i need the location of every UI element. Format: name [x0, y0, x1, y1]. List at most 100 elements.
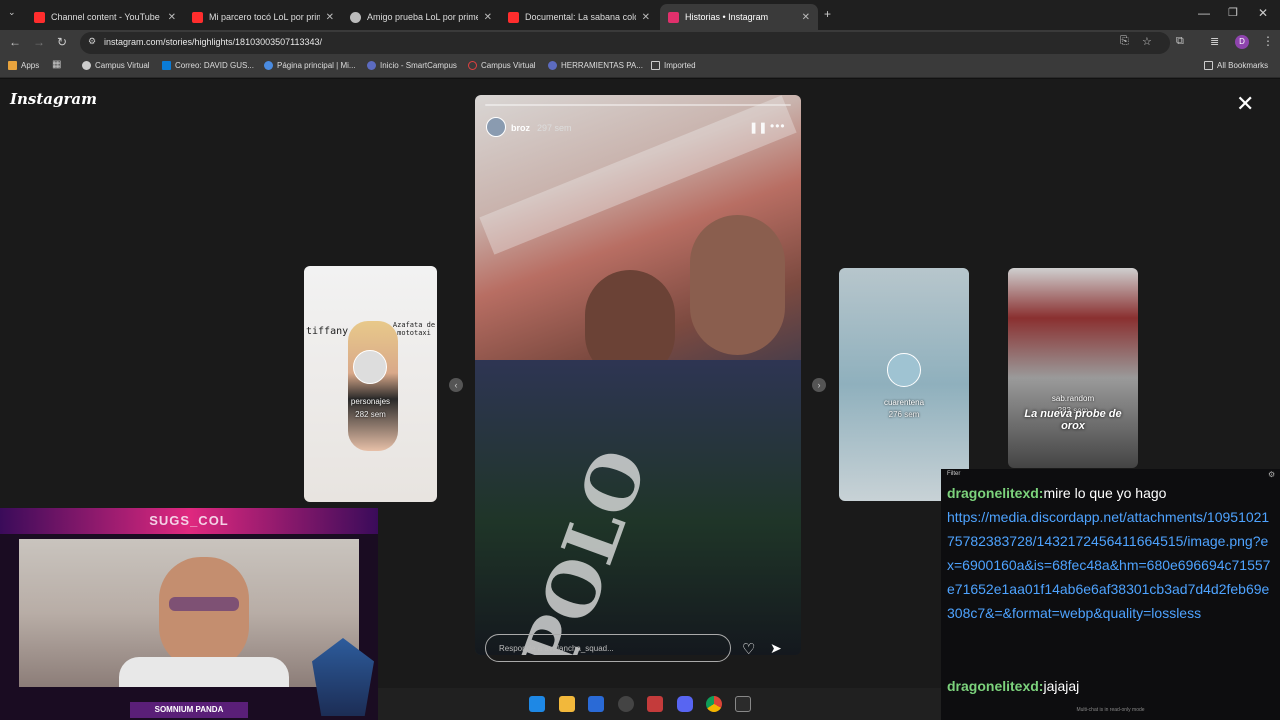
url-text[interactable]: instagram.com/stories/highlights/1810300… [104, 37, 322, 47]
tab-title: Amigo prueba LoL por primera [367, 12, 478, 22]
minimize-icon[interactable]: — [1198, 6, 1210, 20]
bookmark-imported[interactable]: Imported [651, 61, 696, 70]
stream-footer: SOMNIUM PANDA [130, 702, 248, 718]
site-icon [468, 61, 477, 70]
profile-avatar[interactable]: D [1235, 35, 1249, 49]
windows-start-icon[interactable] [529, 696, 545, 712]
bookmark-smartcampus[interactable]: Inicio - SmartCampus [367, 61, 457, 70]
restore-icon[interactable]: ❐ [1228, 6, 1238, 19]
grid-icon[interactable]: ▦ [52, 59, 61, 70]
extensions-icon[interactable]: ⧉ [1176, 35, 1184, 48]
discord-icon[interactable] [677, 696, 693, 712]
reload-icon[interactable]: ↻ [57, 35, 67, 49]
chat-overlay: Filter ⚙ dragonelitexd:mire lo que yo ha… [941, 469, 1280, 720]
bookmark-herramientas[interactable]: HERRAMIENTAS PA... [548, 61, 643, 70]
chat-settings-icon[interactable]: ⚙ [1268, 470, 1275, 479]
youtube-icon [34, 11, 45, 23]
bookmark-pagina-principal[interactable]: Página principal | Mi... [264, 61, 356, 70]
tab-title: Channel content - YouTube Stu [51, 12, 162, 22]
bookmark-campus-virtual-2[interactable]: Campus Virtual [468, 61, 536, 70]
tab-search-icon[interactable]: ⌄ [8, 7, 16, 18]
site-icon [264, 61, 273, 70]
new-tab-icon[interactable]: + [824, 7, 831, 21]
bookmark-label: Inicio - SmartCampus [380, 61, 457, 70]
bookmark-apps[interactable]: Apps [8, 61, 39, 70]
close-tab-icon[interactable]: ✕ [642, 12, 650, 23]
bookmark-campus-virtual[interactable]: Campus Virtual [82, 61, 150, 70]
menu-kebab-icon[interactable]: ⋮ [1262, 34, 1274, 48]
youtube-icon [192, 11, 203, 23]
file-explorer-icon[interactable] [559, 696, 575, 712]
back-icon[interactable]: ← [9, 35, 21, 49]
highlight-time: 276 sem [888, 410, 920, 419]
story-avatar[interactable] [486, 117, 506, 137]
taskbar [378, 688, 941, 720]
chat-text: jajajaj [1043, 678, 1080, 694]
install-app-icon[interactable]: ⎘ [1120, 35, 1129, 48]
highlight-name: personajes [350, 397, 391, 406]
highlight-avatar [353, 350, 387, 384]
store-icon[interactable] [588, 696, 604, 712]
highlight-sab-random[interactable]: sab.random 283 sem La nueva probe de oro… [1008, 268, 1138, 468]
bookmark-label: Apps [21, 61, 40, 70]
folder-icon [1204, 61, 1213, 70]
chat-link-message[interactable]: https://media.discordapp.net/attachments… [947, 505, 1273, 625]
bookmark-star-icon[interactable]: ☆ [1142, 35, 1152, 48]
bookmark-label: Campus Virtual [95, 61, 150, 70]
tab-title: Historias • Instagram [685, 12, 769, 22]
chat-filter[interactable]: Filter [947, 471, 960, 477]
close-tab-icon[interactable]: ✕ [326, 12, 334, 23]
tab-instagram[interactable]: Historias • Instagram ✕ [660, 4, 818, 30]
next-story-arrow[interactable]: › [812, 378, 826, 392]
highlight-cuarentena[interactable]: cuarentena 276 sem [839, 268, 969, 501]
chat-message: dragonelitexd:jajajaj [947, 678, 1080, 694]
like-heart-icon[interactable]: ♡ [742, 640, 755, 658]
story-card[interactable]: broz 297 sem ❚❚ ••• POLO [475, 95, 801, 655]
tab-documental[interactable]: Documental: La sabana colomb ✕ [500, 4, 658, 30]
bookmark-correo[interactable]: Correo: DAVID GUS... [162, 61, 254, 70]
media-controls-icon[interactable]: ≣ [1210, 35, 1219, 48]
reply-input[interactable]: Responde a avalancha_squad... [485, 634, 731, 662]
all-bookmarks[interactable]: All Bookmarks [1204, 61, 1268, 70]
bookmark-label: All Bookmarks [1217, 61, 1269, 70]
tab-lol-parcero[interactable]: Mi parcero tocó LoL por prime ✕ [184, 4, 342, 30]
tab-lol-amigo[interactable]: Amigo prueba LoL por primera ✕ [342, 4, 500, 30]
glasses [169, 597, 239, 611]
instagram-icon [668, 11, 679, 23]
chrome-icon[interactable] [706, 696, 722, 712]
chat-username: dragonelitexd [947, 678, 1039, 694]
overlay-left-text: tiffany [306, 326, 349, 337]
folder-icon [651, 61, 660, 70]
highlight-caption: La nueva probe de orox [1024, 408, 1122, 432]
send-icon[interactable]: ➤ [770, 640, 782, 657]
person-right [690, 215, 785, 355]
close-tab-icon[interactable]: ✕ [484, 12, 492, 23]
game-app-icon[interactable] [647, 696, 663, 712]
close-window-icon[interactable]: ✕ [1258, 6, 1268, 20]
bookmark-label: Campus Virtual [481, 61, 536, 70]
chat-username: dragonelitexd [947, 485, 1039, 501]
highlight-personajes[interactable]: tiffany Azafata de mototaxi personajes 2… [304, 266, 437, 502]
tab-title: Mi parcero tocó LoL por prime [209, 12, 320, 22]
bookmark-label: Imported [664, 61, 696, 70]
close-tab-icon[interactable]: ✕ [168, 12, 176, 23]
chat-text: mire lo que yo hago [1043, 485, 1167, 501]
tab-bar: ⌄ Channel content - YouTube Stu ✕ Mi par… [0, 0, 1280, 30]
settings-app-icon[interactable] [618, 696, 634, 712]
story-progress-bar [485, 104, 791, 106]
site-icon [548, 61, 557, 70]
close-tab-icon[interactable]: ✕ [802, 12, 810, 23]
forward-icon[interactable]: → [33, 35, 45, 49]
story-username[interactable]: broz [511, 123, 530, 133]
omnibox[interactable]: ⚙ instagram.com/stories/highlights/18103… [80, 32, 1170, 54]
close-icon[interactable]: ✕ [1236, 93, 1254, 115]
bookmark-label: Página principal | Mi... [277, 61, 356, 70]
app-icon[interactable] [735, 696, 751, 712]
highlight-time: 282 sem [355, 410, 386, 419]
apps-grid-icon [8, 61, 17, 70]
bookmark-label: HERRAMIENTAS PA... [561, 61, 643, 70]
tab-youtube-studio[interactable]: Channel content - YouTube Stu ✕ [26, 4, 184, 30]
site-info-icon[interactable]: ⚙ [88, 36, 96, 47]
prev-story-arrow[interactable]: ‹ [449, 378, 463, 392]
instagram-logo[interactable]: Instagram [10, 90, 97, 108]
